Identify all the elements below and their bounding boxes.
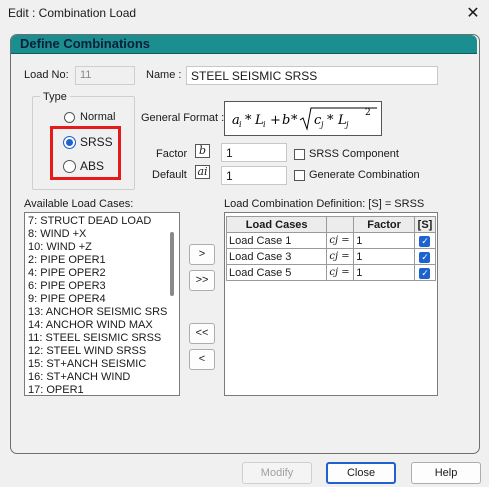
available-load-cases-list[interactable]: 7: STRUCT DEAD LOAD 8: WIND +X 10: WIND … bbox=[24, 212, 180, 396]
load-no-field: 11 bbox=[75, 66, 135, 85]
svg-text:b: b bbox=[282, 113, 290, 128]
list-item[interactable]: 4: PIPE OPER2 bbox=[25, 267, 167, 280]
name-input[interactable]: STEEL SEISMIC SRSS bbox=[186, 66, 438, 85]
list-item[interactable]: 7: STRUCT DEAD LOAD bbox=[25, 215, 167, 228]
row-coef: cj = bbox=[326, 248, 355, 265]
row-coef: cj = bbox=[326, 264, 355, 281]
svg-text:i: i bbox=[263, 120, 266, 129]
add-all-button[interactable]: >> bbox=[189, 270, 215, 291]
normal-radio-label: Normal bbox=[80, 111, 116, 123]
col-coef bbox=[326, 216, 355, 233]
default-input[interactable]: 1 bbox=[221, 166, 287, 185]
factor-symbol: b bbox=[195, 144, 210, 158]
svg-text:i: i bbox=[239, 120, 242, 129]
type-group-label: Type bbox=[40, 91, 70, 103]
remove-all-button[interactable]: << bbox=[189, 323, 215, 344]
srss-component-checkbox[interactable] bbox=[294, 149, 305, 160]
list-item[interactable]: 14: ANCHOR WIND MAX bbox=[25, 319, 167, 332]
list-item[interactable]: 6: PIPE OPER3 bbox=[25, 280, 167, 293]
name-label: Name : bbox=[146, 69, 182, 81]
generate-combination-checkbox[interactable] bbox=[294, 170, 305, 181]
row-s-checkbox[interactable]: ✓ bbox=[419, 267, 431, 279]
list-item[interactable]: 16: ST+ANCH WIND bbox=[25, 371, 167, 384]
row-case[interactable]: Load Case 5 bbox=[225, 264, 328, 281]
row-case[interactable]: Load Case 1 bbox=[225, 232, 328, 249]
default-symbol: ai bbox=[195, 165, 210, 179]
row-s-checkbox[interactable]: ✓ bbox=[419, 251, 431, 263]
srss-abs-highlight bbox=[50, 126, 121, 180]
svg-text:+: + bbox=[270, 113, 281, 128]
close-button[interactable]: Close bbox=[326, 462, 396, 484]
definition-grid[interactable]: Load Cases Factor [S] Load Case 1 cj = 1… bbox=[224, 212, 438, 396]
svg-text:*: * bbox=[291, 113, 298, 128]
row-case[interactable]: Load Case 3 bbox=[225, 248, 328, 265]
close-icon[interactable]: ✕ bbox=[462, 3, 484, 25]
list-item[interactable]: 9: PIPE OPER4 bbox=[25, 293, 167, 306]
load-no-label: Load No: bbox=[24, 69, 69, 81]
list-scrollbar[interactable] bbox=[170, 232, 174, 296]
list-item[interactable]: 10: WIND +Z bbox=[25, 241, 167, 254]
list-item[interactable]: 2: PIPE OPER1 bbox=[25, 254, 167, 267]
add-button[interactable]: > bbox=[189, 244, 215, 265]
normal-radio[interactable] bbox=[64, 112, 75, 123]
srss-component-label: SRSS Component bbox=[309, 148, 399, 160]
factor-input[interactable]: 1 bbox=[221, 143, 287, 162]
table-row[interactable]: Load Case 1 cj = 1 ✓ bbox=[225, 232, 437, 249]
row-factor[interactable]: 1 bbox=[353, 248, 415, 265]
col-factor: Factor bbox=[353, 216, 415, 233]
factor-label: Factor bbox=[156, 148, 188, 160]
row-factor[interactable]: 1 bbox=[353, 264, 415, 281]
help-button[interactable]: Help bbox=[411, 462, 481, 484]
list-item[interactable]: 12: STEEL WIND SRSS bbox=[25, 345, 167, 358]
list-item[interactable]: 11: STEEL SEISMIC SRSS bbox=[25, 332, 167, 345]
row-factor[interactable]: 1 bbox=[353, 232, 415, 249]
definition-label: Load Combination Definition: [S] = SRSS bbox=[224, 198, 425, 210]
svg-text:2: 2 bbox=[365, 108, 371, 118]
list-item[interactable]: 8: WIND +X bbox=[25, 228, 167, 241]
row-s-checkbox[interactable]: ✓ bbox=[419, 235, 431, 247]
list-item[interactable]: 13: ANCHOR SEISMIC SRS bbox=[25, 306, 167, 319]
general-format-label: General Format : bbox=[141, 112, 225, 124]
row-coef: cj = bbox=[326, 232, 355, 249]
modify-button[interactable]: Modify bbox=[242, 462, 312, 484]
panel-title: Define Combinations bbox=[20, 36, 151, 51]
remove-button[interactable]: < bbox=[189, 349, 215, 370]
available-load-cases-label: Available Load Cases: bbox=[24, 198, 134, 210]
general-format-formula: a i * L i + b * c j * L j 2 bbox=[224, 101, 382, 136]
svg-text:*: * bbox=[245, 113, 252, 128]
list-item[interactable]: 15: ST+ANCH SEISMIC bbox=[25, 358, 167, 371]
svg-text:*: * bbox=[327, 113, 334, 128]
list-item[interactable]: 17: OPER1 bbox=[25, 384, 167, 395]
col-s: [S] bbox=[413, 216, 437, 233]
col-load-cases: Load Cases bbox=[225, 216, 328, 233]
generate-combination-label: Generate Combination bbox=[309, 169, 420, 181]
window-title: Edit : Combination Load bbox=[8, 6, 137, 20]
table-row[interactable]: Load Case 5 cj = 1 ✓ bbox=[225, 264, 437, 281]
table-row[interactable]: Load Case 3 cj = 1 ✓ bbox=[225, 248, 437, 265]
default-label: Default bbox=[152, 169, 187, 181]
